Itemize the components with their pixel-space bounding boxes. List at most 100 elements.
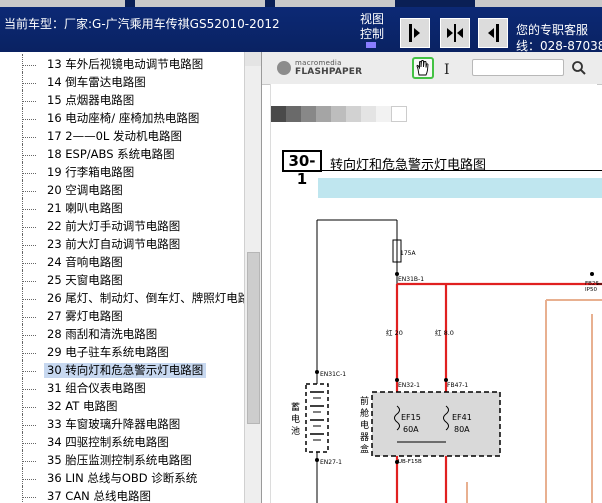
conn-en31c-label: EN31C-1 [320, 371, 346, 378]
tree-connector-vertical [22, 342, 23, 362]
tree-connector-horizontal [22, 263, 36, 264]
tree-item-label[interactable]: 36 LIN 总线与OBD 诊断系统 [44, 471, 200, 486]
tree-item[interactable]: 29 电子驻车系统电路图 [0, 342, 244, 362]
header-tab-1[interactable] [0, 0, 125, 7]
tree-item-label[interactable]: 22 前大灯手动调节电路图 [44, 219, 183, 234]
view-split-button[interactable] [440, 18, 470, 48]
tree-item-label[interactable]: 27 雾灯电路图 [44, 309, 126, 324]
tree-item[interactable]: 30 转向灯和危急警示灯电路图 [0, 360, 244, 380]
tree-connector-horizontal [22, 209, 36, 210]
view-left-button[interactable] [400, 18, 430, 48]
tree-item[interactable]: 33 车窗玻璃升降器电路图 [0, 414, 244, 434]
tree-item[interactable]: 13 车外后视镜电动调节电路图 [0, 54, 244, 74]
tree-connector-vertical [22, 252, 23, 272]
tree-item-label[interactable]: 37 CAN 总线电路图 [44, 489, 154, 503]
tree-item[interactable]: 19 行李箱电路图 [0, 162, 244, 182]
tree-item-label[interactable]: 23 前大灯自动调节电路图 [44, 237, 183, 252]
section-number: 30-1 [282, 150, 322, 188]
tree-connector-horizontal [22, 461, 36, 462]
tree-item-label[interactable]: 35 胎压监测控制系统电路图 [44, 453, 195, 468]
tree-item[interactable]: 24 音响电路图 [0, 252, 244, 272]
tree-connector-vertical [22, 90, 23, 110]
tree-item[interactable]: 26 尾灯、制动灯、倒车灯、牌照灯电路 [0, 288, 249, 308]
tree-connector-vertical [22, 270, 23, 290]
tree-item[interactable]: 31 组合仪表电路图 [0, 378, 244, 398]
tree-connector-vertical [22, 306, 23, 326]
tree-connector-horizontal [22, 155, 36, 156]
tree-item-label[interactable]: 16 电动座椅/ 座椅加热电路图 [44, 111, 202, 126]
tree-connector-vertical [22, 234, 23, 254]
tree-item-label[interactable]: 29 电子驻车系统电路图 [44, 345, 172, 360]
tree-item-label[interactable]: 20 空调电路图 [44, 183, 126, 198]
tree-item[interactable]: 22 前大灯手动调节电路图 [0, 216, 244, 236]
tree-item-label[interactable]: 17 2——0L 发动机电路图 [44, 129, 185, 144]
tree-connector-vertical [22, 108, 23, 128]
text-cursor-icon: I [444, 62, 450, 78]
tree-item-label[interactable]: 14 倒车雷达电路图 [44, 75, 149, 90]
tree-connector-vertical [22, 288, 23, 308]
tree-item[interactable]: 15 点烟器电路图 [0, 90, 244, 110]
logo-line-2: FLASHPAPER [295, 67, 363, 77]
tree-item[interactable]: 27 雾灯电路图 [0, 306, 244, 326]
tree-item[interactable]: 21 喇叭电路图 [0, 198, 244, 218]
tree-item-label[interactable]: 13 车外后视镜电动调节电路图 [44, 57, 206, 72]
tree-item-label[interactable]: 30 转向灯和危急警示灯电路图 [44, 363, 207, 378]
tree-connector-horizontal [22, 317, 36, 318]
tree-item[interactable]: 16 电动座椅/ 座椅加热电路图 [0, 108, 244, 128]
tree-item[interactable]: 25 天窗电路图 [0, 270, 244, 290]
tree-item-label[interactable]: 19 行李箱电路图 [44, 165, 137, 180]
flashpaper-logo: macromedia FLASHPAPER [277, 59, 387, 79]
tree-connector-vertical [22, 414, 23, 434]
hand-tool-button[interactable] [412, 57, 434, 79]
tree-item[interactable]: 37 CAN 总线电路图 [0, 486, 244, 503]
gray-swatch [271, 106, 287, 122]
tree-item-label[interactable]: 26 尾灯、制动灯、倒车灯、牌照灯电路 [44, 291, 252, 306]
tree-item-label[interactable]: 32 AT 电路图 [44, 399, 120, 414]
title-band [318, 178, 602, 198]
tree-item-label[interactable]: 34 四驱控制系统电路图 [44, 435, 172, 450]
tree-item[interactable]: 14 倒车雷达电路图 [0, 72, 244, 92]
tree-item[interactable]: 32 AT 电路图 [0, 396, 244, 416]
tree-item[interactable]: 23 前大灯自动调节电路图 [0, 234, 244, 254]
tree-connector-vertical [22, 324, 23, 344]
gray-swatch [346, 106, 362, 122]
tree-connector-horizontal [22, 227, 36, 228]
tree-item[interactable]: 20 空调电路图 [0, 180, 244, 200]
tree-connector-horizontal [22, 191, 36, 192]
tree-connector-horizontal [22, 407, 36, 408]
tree-connector-horizontal [22, 425, 36, 426]
tree-connector-vertical [22, 162, 23, 182]
tree-item-label[interactable]: 31 组合仪表电路图 [44, 381, 149, 396]
tree-item[interactable]: 35 胎压监测控制系统电路图 [0, 450, 244, 470]
gray-swatch [361, 106, 377, 122]
tree-item-label[interactable]: 24 音响电路图 [44, 255, 126, 270]
view-right-button[interactable] [478, 18, 508, 48]
header-tab-strip [0, 0, 602, 7]
tree-connector-horizontal [22, 479, 36, 480]
header-tab-3[interactable] [275, 0, 395, 7]
search-input[interactable] [472, 59, 564, 76]
tree-item[interactable]: 28 雨刮和清洗电路图 [0, 324, 244, 344]
tree-item-label[interactable]: 18 ESP/ABS 系统电路图 [44, 147, 178, 162]
tree-connector-vertical [22, 396, 23, 416]
tree-item[interactable]: 17 2——0L 发动机电路图 [0, 126, 244, 146]
tree-item-label[interactable]: 15 点烟器电路图 [44, 93, 137, 108]
scroll-up-arrow[interactable] [245, 52, 261, 66]
text-select-button[interactable]: I [444, 59, 454, 78]
battery-label-2: 电 [291, 413, 300, 425]
tree-item-label[interactable]: 21 喇叭电路图 [44, 201, 126, 216]
ef41-label: EF41 [452, 413, 472, 422]
tree-scrollbar-thumb[interactable] [247, 252, 260, 424]
tree-scrollbar[interactable] [244, 52, 261, 503]
tree-connector-horizontal [22, 83, 36, 84]
tree-item-label[interactable]: 28 雨刮和清洗电路图 [44, 327, 160, 342]
gray-swatch [391, 106, 407, 122]
search-icon[interactable] [571, 60, 587, 76]
tree-item[interactable]: 34 四驱控制系统电路图 [0, 432, 244, 452]
tree-item[interactable]: 18 ESP/ABS 系统电路图 [0, 144, 244, 164]
tree-item-label[interactable]: 25 天窗电路图 [44, 273, 126, 288]
header-tab-2[interactable] [135, 0, 265, 7]
header-tab-4[interactable] [475, 0, 602, 7]
tree-item[interactable]: 36 LIN 总线与OBD 诊断系统 [0, 468, 244, 488]
tree-item-label[interactable]: 33 车窗玻璃升降器电路图 [44, 417, 183, 432]
